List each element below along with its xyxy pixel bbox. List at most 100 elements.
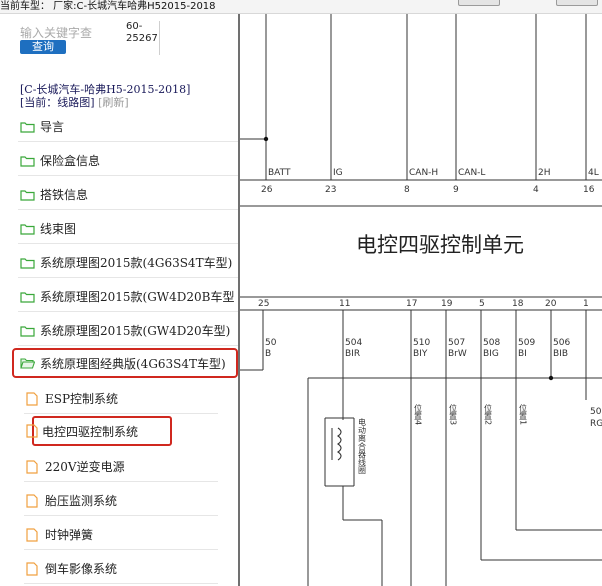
tree-folder-harness[interactable]: 线束图 bbox=[18, 214, 238, 244]
position-label: 位置2 bbox=[484, 403, 493, 425]
refresh-link[interactable]: [刷新] bbox=[98, 96, 129, 109]
wire-color: BrW bbox=[448, 349, 467, 359]
tree-folder-label: 导言 bbox=[40, 120, 65, 134]
folder-icon bbox=[20, 257, 35, 269]
pin-number: 8 bbox=[404, 185, 410, 195]
wire-code: 504 bbox=[345, 338, 362, 348]
tree-leaf-rear-camera[interactable]: 倒车影像系统 bbox=[24, 554, 218, 584]
junction-dot bbox=[548, 375, 554, 381]
tree-leaf-label: 倒车影像系统 bbox=[45, 562, 118, 576]
code-line-1: 60- bbox=[126, 21, 143, 32]
pin-number: 9 bbox=[453, 185, 459, 195]
folder-open-icon bbox=[20, 358, 35, 369]
document-icon bbox=[26, 527, 38, 542]
signal-label: CAN-L bbox=[458, 168, 485, 178]
current-view: [当前：线路图] bbox=[20, 96, 95, 109]
search-button[interactable]: 查询 bbox=[20, 40, 66, 54]
diagram-bottom-pin-numbers: 25 11 17 19 5 18 20 1 bbox=[258, 299, 589, 309]
tree-leaf-clock-spring[interactable]: 时钟弹簧 bbox=[24, 520, 218, 550]
tree-folder-schematic-gw4d20[interactable]: 系统原理图2015款(GW4D20车型) bbox=[18, 316, 238, 346]
diagram-position-labels: 位置4 位置3 位置2 位置1 bbox=[414, 403, 528, 425]
pin-number: 4 bbox=[533, 185, 539, 195]
tree-folder-label: 搭铁信息 bbox=[40, 188, 89, 202]
junction-dot bbox=[263, 136, 269, 142]
tree-folder-label: 保险盒信息 bbox=[40, 154, 101, 168]
wire-code: 50 bbox=[590, 407, 602, 417]
tree-folder-schematic-classic[interactable]: 系统原理图经典版(4G63S4T车型) bbox=[12, 348, 238, 378]
signal-label: BATT bbox=[268, 168, 291, 178]
tree-folder-label: 系统原理图经典版(4G63S4T车型) bbox=[40, 356, 226, 371]
tree-leaf-4wd-control[interactable]: 电控四驱控制系统 bbox=[26, 416, 172, 446]
wire-color: RG bbox=[590, 419, 602, 429]
position-label: 位置1 bbox=[519, 403, 528, 425]
tree-folder-ground[interactable]: 搭铁信息 bbox=[18, 180, 238, 210]
pin-number: 1 bbox=[583, 299, 589, 309]
toolbar-button-1[interactable] bbox=[458, 0, 500, 6]
wire-color: B bbox=[265, 349, 271, 359]
wire-color: BIR bbox=[345, 349, 360, 359]
wire-code: 509 bbox=[518, 338, 535, 348]
wire-code: 510 bbox=[413, 338, 430, 348]
wire-color: BIB bbox=[553, 349, 568, 359]
tree-leaf-inverter[interactable]: 220V逆变电源 bbox=[24, 452, 218, 482]
wire-code: 507 bbox=[448, 338, 465, 348]
tree-folder-label: 线束图 bbox=[40, 222, 77, 236]
tree-folder-fusebox[interactable]: 保险盒信息 bbox=[18, 146, 238, 176]
pin-number: 25 bbox=[258, 299, 269, 309]
tree-folder-intro[interactable]: 导言 bbox=[18, 112, 238, 142]
pin-number: 16 bbox=[583, 185, 595, 195]
wire-code: 506 bbox=[553, 338, 570, 348]
diagram-top-wires bbox=[240, 14, 602, 311]
tree-leaf-label: 220V逆变电源 bbox=[45, 460, 125, 474]
pin-number: 26 bbox=[261, 185, 273, 195]
folder-icon bbox=[20, 155, 35, 167]
folder-icon bbox=[20, 291, 35, 303]
pin-number: 11 bbox=[339, 299, 350, 309]
wiring-diagram: BATT IG CAN-H CAN-L 2H 4L 26 23 8 9 4 16… bbox=[240, 14, 602, 586]
tree-leaf-label: 电控四驱控制系统 bbox=[42, 424, 139, 439]
wire-code: 508 bbox=[483, 338, 500, 348]
diagram-title: 电控四驱控制单元 bbox=[356, 233, 524, 257]
tree-leaf-label: ESP控制系统 bbox=[45, 392, 119, 406]
code-display: 60- 25267 bbox=[126, 21, 160, 55]
folder-icon bbox=[20, 223, 35, 235]
tree-leaf-label: 时钟弹簧 bbox=[45, 528, 94, 542]
tree-leaf-tpms[interactable]: 胎压监测系统 bbox=[24, 486, 218, 516]
position-label: 位置4 bbox=[414, 403, 423, 425]
car-info: [C-长城汽车-哈弗H5-2015-2018] bbox=[20, 83, 191, 96]
tree-folder-label: 系统原理图2015款(4G63S4T车型) bbox=[40, 256, 233, 270]
document-icon bbox=[26, 493, 38, 508]
coil-label: 电动离合器线圈 bbox=[358, 417, 367, 474]
title-bar: 当前车型： 厂家:C-长城汽车哈弗H52015-2018 bbox=[0, 0, 602, 14]
toolbar-button-2[interactable] bbox=[556, 0, 598, 6]
signal-label: 4L bbox=[588, 168, 599, 178]
wire-color: BI bbox=[518, 349, 527, 359]
signal-label: 2H bbox=[538, 168, 551, 178]
tree-leaf-label: 胎压监测系统 bbox=[45, 494, 118, 508]
current-view-line: [当前：线路图] [刷新] bbox=[20, 96, 129, 109]
tree-folder-label: 系统原理图2015款(GW4D20车型) bbox=[40, 324, 231, 338]
tree-leaf-esp[interactable]: ESP控制系统 bbox=[24, 384, 218, 414]
folder-icon bbox=[20, 325, 35, 337]
window-title: 当前车型： 厂家:C-长城汽车哈弗H52015-2018 bbox=[0, 1, 216, 12]
signal-label: CAN-H bbox=[409, 168, 438, 178]
position-label: 位置3 bbox=[449, 403, 458, 425]
document-icon bbox=[26, 561, 38, 576]
diagram-top-signal-labels: BATT IG CAN-H CAN-L 2H 4L bbox=[268, 168, 599, 178]
wire-code: 50 bbox=[265, 338, 277, 348]
coil-icon bbox=[337, 427, 342, 461]
pin-number: 18 bbox=[512, 299, 524, 309]
code-line-2: 25267 bbox=[126, 33, 158, 44]
document-icon bbox=[26, 459, 38, 474]
tree-folder-schematic-gw4d20b[interactable]: 系统原理图2015款(GW4D20B车型 bbox=[18, 282, 238, 312]
wire-color: BIG bbox=[483, 349, 499, 359]
tree-folder-schematic-4g63[interactable]: 系统原理图2015款(4G63S4T车型) bbox=[18, 248, 238, 278]
sidebar: 查询 60- 25267 [C-长城汽车-哈弗H5-2015-2018] [当前… bbox=[0, 14, 238, 586]
pin-number: 19 bbox=[441, 299, 453, 309]
folder-icon bbox=[20, 121, 35, 133]
pin-number: 23 bbox=[325, 185, 336, 195]
document-icon bbox=[26, 424, 38, 438]
pin-number: 5 bbox=[479, 299, 485, 309]
signal-label: IG bbox=[333, 168, 343, 178]
wire-color: BIY bbox=[413, 349, 428, 359]
